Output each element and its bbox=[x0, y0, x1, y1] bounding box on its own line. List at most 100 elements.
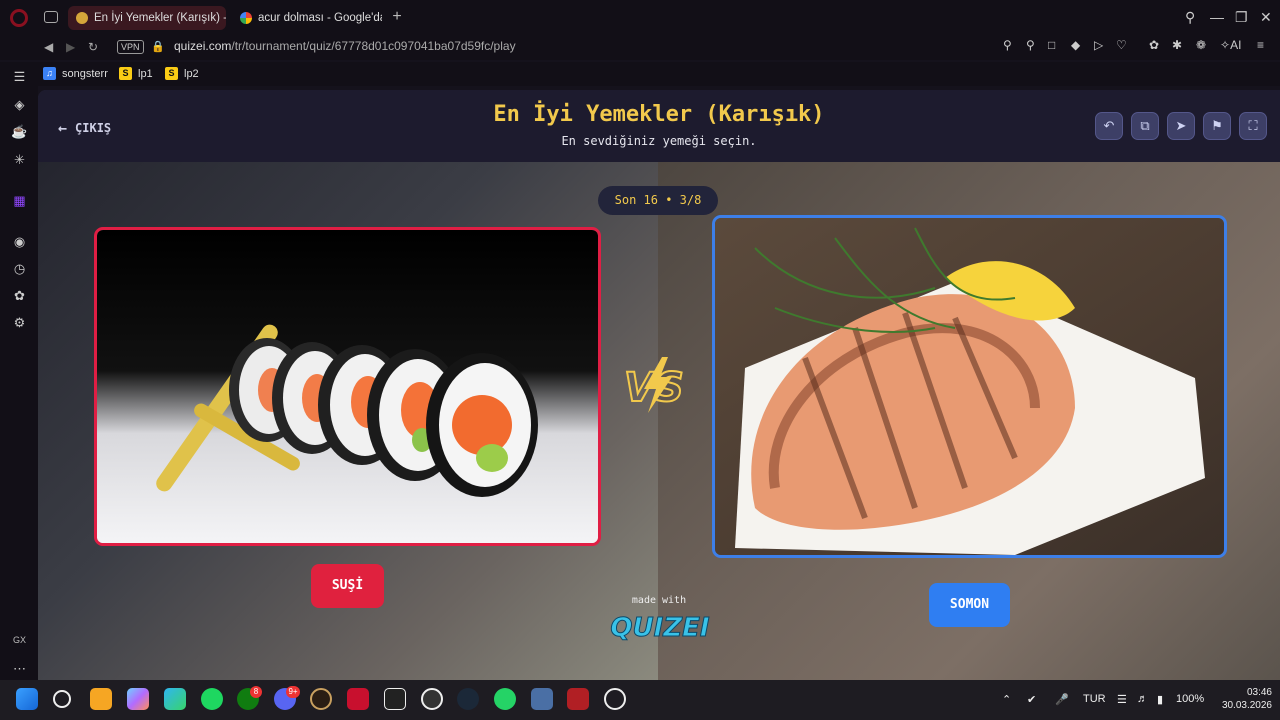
epic-games-icon[interactable] bbox=[384, 688, 406, 710]
copilot-icon[interactable] bbox=[127, 688, 149, 710]
volume-icon[interactable]: ♬ bbox=[1137, 693, 1148, 705]
shield-icon[interactable]: ◆ bbox=[1071, 38, 1080, 52]
restore-icon[interactable]: ❐ bbox=[1235, 9, 1248, 26]
brave-icon[interactable] bbox=[90, 688, 112, 710]
bookmark-lp2[interactable]: S lp2 bbox=[165, 67, 199, 80]
s-icon: S bbox=[165, 67, 178, 80]
mcafee-icon[interactable] bbox=[347, 688, 369, 710]
discord-badge: 9+ bbox=[286, 686, 300, 698]
tab-manager-icon[interactable] bbox=[44, 11, 58, 23]
chevron-up-icon[interactable]: ⌃ bbox=[1002, 693, 1011, 706]
report-button[interactable]: ⚑ bbox=[1203, 112, 1231, 140]
reload-icon[interactable]: ↻ bbox=[88, 40, 98, 54]
bowl-icon[interactable]: ☕ bbox=[11, 123, 28, 140]
extensions-icon[interactable]: ✿ bbox=[11, 287, 28, 304]
ai-button[interactable]: ✧AI bbox=[1220, 38, 1241, 52]
spotify-icon[interactable]: ◉ bbox=[11, 233, 28, 250]
twitch-icon[interactable]: ▦ bbox=[11, 192, 28, 209]
made-with-label: made with bbox=[631, 595, 687, 606]
zoom-icon[interactable]: ⚲ bbox=[1003, 38, 1012, 52]
control-icon[interactable]: ☰ bbox=[11, 68, 28, 85]
clock-date: 30.03.2026 bbox=[1221, 700, 1272, 711]
flag-icon: ⚑ bbox=[1211, 118, 1223, 133]
share-icon: ⧉ bbox=[1140, 118, 1150, 133]
new-tab-plus-icon[interactable]: + bbox=[389, 9, 405, 25]
back-icon[interactable]: ◀ bbox=[44, 40, 53, 54]
clock-app-icon[interactable] bbox=[604, 688, 626, 710]
extension-icon[interactable]: ✿ bbox=[1149, 38, 1159, 52]
tab-google[interactable]: acur dolması - Google'da A bbox=[232, 6, 382, 30]
extension-icon[interactable]: ✱ bbox=[1172, 38, 1182, 52]
salmon-photo bbox=[715, 218, 1224, 555]
windows-start-icon[interactable] bbox=[16, 688, 38, 710]
tab-label: acur dolması - Google'da A bbox=[258, 12, 382, 24]
bookmark-label: lp2 bbox=[184, 67, 199, 80]
url-domain: quizei.com bbox=[174, 39, 232, 53]
page-subtitle: En sevdiğiniz yemeği seçin. bbox=[561, 134, 757, 148]
network-icon[interactable]: ✳ bbox=[11, 151, 28, 168]
diamond-icon[interactable]: ◈ bbox=[11, 96, 28, 113]
app-icon[interactable] bbox=[531, 688, 553, 710]
share-button[interactable]: ⧉ bbox=[1131, 112, 1159, 140]
snapshot-icon[interactable]: □ bbox=[1048, 38, 1055, 52]
opera-logo-icon[interactable] bbox=[10, 9, 28, 27]
settings-icon[interactable]: ⚙ bbox=[11, 314, 28, 331]
page-title: En İyi Yemekler (Karışık) bbox=[493, 102, 825, 127]
quizei-logo[interactable]: QUIZEI bbox=[610, 608, 710, 644]
bookmark-label: lp1 bbox=[138, 67, 153, 80]
bookmark-lp1[interactable]: S lp1 bbox=[119, 67, 153, 80]
battery-percent: 100% bbox=[1176, 693, 1205, 705]
whatsapp-icon[interactable] bbox=[494, 688, 516, 710]
xbox-badge: 8 bbox=[250, 686, 262, 698]
choose-left-button[interactable]: SUŞİ bbox=[311, 564, 384, 608]
tab-quiz[interactable]: En İyi Yemekler (Karışık) - bbox=[68, 6, 226, 30]
browser-sidebar bbox=[0, 86, 38, 680]
search-icon[interactable]: ⚲ bbox=[1185, 9, 1195, 26]
clock-time: 03:46 bbox=[1246, 687, 1272, 698]
undo-icon: ↶ bbox=[1103, 118, 1115, 133]
heart-icon[interactable]: ♡ bbox=[1116, 38, 1127, 52]
more-icon[interactable]: ⋯ bbox=[11, 660, 28, 677]
choose-right-button[interactable]: SOMON bbox=[929, 583, 1010, 627]
menu-icon[interactable]: ≡ bbox=[1257, 38, 1264, 52]
battery-icon[interactable]: ▮ bbox=[1157, 693, 1163, 706]
favicon-icon bbox=[76, 12, 88, 24]
quiz-header: ← ÇIKIŞ En İyi Yemekler (Karışık) En sev… bbox=[38, 90, 1280, 162]
edge-icon[interactable] bbox=[164, 688, 186, 710]
sushi-photo bbox=[97, 230, 598, 543]
play-icon[interactable]: ▷ bbox=[1094, 38, 1103, 52]
send-button[interactable]: ➤ bbox=[1167, 112, 1195, 140]
undo-button[interactable]: ↶ bbox=[1095, 112, 1123, 140]
system-clock[interactable]: 03:46 30.03.2026 bbox=[1212, 686, 1272, 712]
spotify-icon[interactable] bbox=[201, 688, 223, 710]
history-icon[interactable]: ◷ bbox=[11, 260, 28, 277]
forward-icon[interactable]: ▶ bbox=[66, 40, 75, 54]
lock-icon[interactable]: 🔒 bbox=[151, 40, 165, 53]
language-indicator[interactable]: TUR bbox=[1083, 693, 1106, 705]
close-icon[interactable]: ✕ bbox=[1260, 9, 1272, 26]
vpn-badge[interactable]: VPN bbox=[117, 40, 144, 54]
bookmark-songsterr[interactable]: ♫ songsterr bbox=[43, 67, 108, 80]
url-path: /tr/tournament/quiz/67778d01c097041ba07d… bbox=[231, 39, 516, 53]
tray-app-icon[interactable]: ✔ bbox=[1027, 693, 1036, 706]
choice-card-left[interactable] bbox=[94, 227, 601, 546]
songsterr-icon: ♫ bbox=[43, 67, 56, 80]
voicemeeter-icon[interactable] bbox=[567, 688, 589, 710]
round-counter: Son 16 • 3/8 bbox=[598, 186, 718, 215]
media-player-icon[interactable] bbox=[421, 688, 443, 710]
choice-card-right[interactable] bbox=[712, 215, 1227, 558]
pin-icon[interactable]: ⚲ bbox=[1026, 38, 1035, 52]
brand-label: QUIZEI bbox=[610, 613, 710, 643]
search-icon[interactable] bbox=[53, 690, 71, 708]
microphone-icon[interactable]: 🎤 bbox=[1055, 693, 1069, 706]
url-field[interactable]: quizei.com/tr/tournament/quiz/67778d01c0… bbox=[174, 39, 516, 53]
minimize-icon[interactable]: — bbox=[1210, 9, 1224, 25]
opera-gx-icon[interactable] bbox=[310, 688, 332, 710]
wifi-icon[interactable]: ☰ bbox=[1117, 693, 1127, 706]
fullscreen-button[interactable]: ⛶ bbox=[1239, 112, 1267, 140]
send-icon: ➤ bbox=[1175, 118, 1187, 133]
steam-icon[interactable] bbox=[457, 688, 479, 710]
extension-icon[interactable]: ❁ bbox=[1196, 38, 1206, 52]
tab-label: En İyi Yemekler (Karışık) - bbox=[94, 12, 226, 24]
bookmark-label: songsterr bbox=[62, 67, 108, 80]
